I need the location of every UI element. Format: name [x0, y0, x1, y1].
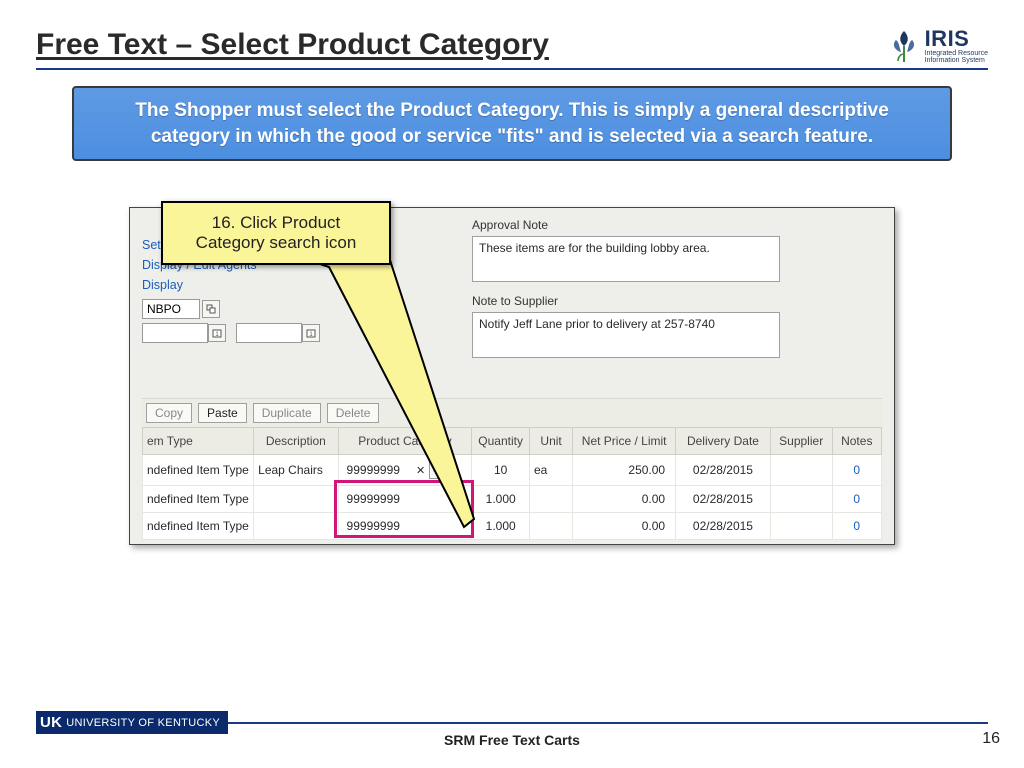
col-supplier: Supplier	[770, 428, 832, 455]
cell-supplier[interactable]	[770, 513, 832, 540]
table-row: ndefined Item Type999999991.0000.0002/28…	[143, 513, 882, 540]
cell-supplier[interactable]	[770, 486, 832, 513]
cell-item-type: ndefined Item Type	[143, 486, 254, 513]
col-notes: Notes	[832, 428, 881, 455]
cell-supplier[interactable]	[770, 455, 832, 486]
cell-delivery[interactable]: 02/28/2015	[676, 513, 771, 540]
search-help-icon[interactable]	[202, 300, 220, 318]
iris-text-big: IRIS	[925, 28, 988, 50]
cell-notes[interactable]: 0	[832, 513, 881, 540]
cell-notes[interactable]: 0	[832, 486, 881, 513]
slide-title: Free Text – Select Product Category	[36, 28, 549, 62]
cell-delivery[interactable]: 02/28/2015	[676, 486, 771, 513]
title-underline	[36, 68, 988, 70]
col-item-type: em Type	[143, 428, 254, 455]
grid-toolbar: Copy Paste Duplicate Delete	[142, 398, 882, 427]
cell-net-price[interactable]: 0.00	[573, 486, 676, 513]
table-row: ndefined Item Type999999991.0000.0002/28…	[143, 486, 882, 513]
callout-pointer-icon	[299, 257, 509, 537]
line-items-table: em Type Description Product Category Qua…	[142, 427, 882, 540]
iris-text-line2: Information System	[925, 57, 988, 64]
footer-center-title: SRM Free Text Carts	[0, 732, 1024, 748]
iris-text-line1: Integrated Resource	[925, 50, 988, 57]
col-net-price: Net Price / Limit	[573, 428, 676, 455]
supplier-note-textarea[interactable]: Notify Jeff Lane prior to delivery at 25…	[472, 312, 780, 358]
table-row: ndefined Item TypeLeap Chairs99999999✕10…	[143, 455, 882, 486]
paste-button[interactable]: Paste	[198, 403, 247, 423]
copy-button[interactable]: Copy	[146, 403, 192, 423]
supplier-note-label: Note to Supplier	[472, 294, 882, 308]
col-unit: Unit	[529, 428, 572, 455]
col-delivery-date: Delivery Date	[676, 428, 771, 455]
approval-note-textarea[interactable]: These items are for the building lobby a…	[472, 236, 780, 282]
date-input-1[interactable]	[142, 323, 208, 343]
cell-unit[interactable]	[529, 486, 572, 513]
uk-logo-badge: UK UNIVERSITY OF KENTUCKY	[36, 711, 228, 734]
page-number: 16	[982, 730, 1000, 748]
date-input-2[interactable]	[236, 323, 302, 343]
cell-net-price[interactable]: 0.00	[573, 513, 676, 540]
cell-unit[interactable]	[529, 513, 572, 540]
cell-notes[interactable]: 0	[832, 455, 881, 486]
cell-unit[interactable]: ea	[529, 455, 572, 486]
approval-note-label: Approval Note	[472, 218, 882, 232]
cell-net-price[interactable]: 250.00	[573, 455, 676, 486]
step-callout: 16. Click Product Category search icon	[161, 201, 391, 265]
calendar-icon[interactable]: 1	[208, 324, 226, 342]
iris-flower-icon	[889, 28, 919, 64]
cell-item-type: ndefined Item Type	[143, 455, 254, 486]
uk-text: UNIVERSITY OF KENTUCKY	[66, 717, 220, 729]
nbpo-input[interactable]	[142, 299, 200, 319]
cell-delivery[interactable]: 02/28/2015	[676, 455, 771, 486]
instruction-banner: The Shopper must select the Product Cate…	[72, 86, 952, 161]
iris-logo: IRIS Integrated Resource Information Sys…	[889, 28, 988, 64]
cell-item-type: ndefined Item Type	[143, 513, 254, 540]
